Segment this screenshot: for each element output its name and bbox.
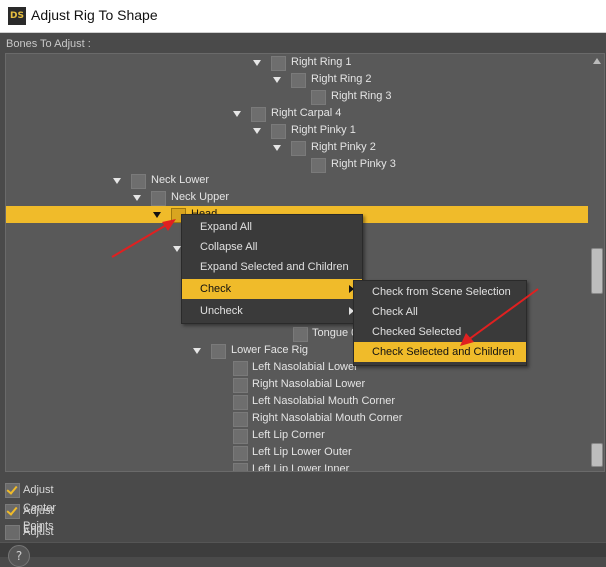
bone-checkbox[interactable] [251,107,266,122]
bone-checkbox[interactable] [233,446,248,461]
expand-arrow-icon[interactable] [233,111,241,117]
menu-item-uncheck[interactable]: Uncheck [182,301,362,321]
menu-item-collapse-all[interactable]: Collapse All [182,237,362,257]
bone-checkbox[interactable] [233,378,248,393]
bone-label: Lower Face Rig [231,344,309,356]
expand-arrow-icon[interactable] [193,348,201,354]
menu-item-check[interactable]: Check [182,279,362,299]
menu-item-label: Expand Selected and Children [200,261,349,273]
bone-label: Right Nasolabial Mouth Corner [252,412,403,424]
context-menu: Expand All Collapse All Expand Selected … [181,214,363,324]
app-logo-icon: DS [8,7,26,25]
expand-arrow-icon[interactable] [253,60,261,66]
bone-label: Right Pinky 3 [331,158,396,170]
bone-checkbox[interactable] [271,124,286,139]
menu-item-label: Check from Scene Selection [372,286,511,298]
menu-item-checked-selected[interactable]: Checked Selected [354,322,526,342]
window-title: Adjust Rig To Shape [31,7,158,23]
adjust-center-points-checkbox[interactable] [5,483,20,498]
bone-checkbox[interactable] [311,90,326,105]
bone-checkbox[interactable] [211,344,226,359]
bone-checkbox[interactable] [233,361,248,376]
expand-arrow-icon[interactable] [253,128,261,134]
bone-label: Left Lip Lower Outer [252,446,352,458]
bone-checkbox[interactable] [151,191,166,206]
bone-label: Left Lip Corner [252,429,325,441]
scroll-thumb[interactable] [591,248,603,294]
help-icon[interactable]: ? [8,545,30,567]
bone-label: Neck Lower [151,174,210,186]
expand-arrow-icon[interactable] [273,77,281,83]
title-bar: DS Adjust Rig To Shape [0,0,606,33]
menu-item-check-from-scene[interactable]: Check from Scene Selection [354,282,526,302]
expand-arrow-icon[interactable] [153,212,161,218]
bone-checkbox[interactable] [271,56,286,71]
scroll-up-icon[interactable] [593,58,601,64]
menu-item-label: Expand All [200,221,252,233]
tree-scrollbar[interactable] [590,54,604,471]
bone-checkbox[interactable] [131,174,146,189]
bone-checkbox[interactable] [233,395,248,410]
bone-label: Right Pinky 1 [291,124,356,136]
bone-checkbox[interactable] [233,429,248,444]
adjust-end-points-checkbox[interactable] [5,504,20,519]
menu-item-label: Check [200,283,232,295]
bone-label: Right Ring 3 [331,90,392,102]
bone-checkbox[interactable] [233,412,248,427]
bone-label: Right Nasolabial Lower [252,378,366,390]
expand-arrow-icon[interactable] [173,246,181,252]
bone-label: Tongue 0 [312,327,358,339]
bone-label: Left Lip Lower Inner [252,463,350,472]
bone-label: Right Ring 1 [291,56,352,68]
adjust-orientation-checkbox[interactable] [5,525,20,540]
bone-label: Right Pinky 2 [311,141,376,153]
menu-item-label: Uncheck [200,305,243,317]
bone-checkbox[interactable] [293,327,308,342]
expand-arrow-icon[interactable] [113,178,121,184]
bone-label: Left Nasolabial Lower [252,361,358,373]
menu-item-expand-selected-children[interactable]: Expand Selected and Children [182,257,362,277]
expand-arrow-icon[interactable] [133,195,141,201]
bone-checkbox[interactable] [311,158,326,173]
scroll-handle[interactable] [591,443,603,467]
check-submenu: Check from Scene Selection Check All Che… [353,280,527,366]
menu-item-check-selected-children[interactable]: Check Selected and Children [354,342,526,362]
bottom-bar: ? [0,542,606,567]
expand-arrow-icon[interactable] [273,145,281,151]
menu-item-label: Collapse All [200,241,258,253]
bone-label: Left Nasolabial Mouth Corner [252,395,396,407]
bone-label: Neck Upper [171,191,230,203]
menu-item-label: Check Selected and Children [372,346,515,358]
menu-item-check-all[interactable]: Check All [354,302,526,322]
menu-item-expand-all[interactable]: Expand All [182,217,362,237]
bone-checkbox[interactable] [291,141,306,156]
bone-checkbox[interactable] [233,463,248,471]
bone-label: Right Ring 2 [311,73,372,85]
menu-item-label: Checked Selected [372,326,462,338]
bone-checkbox[interactable] [291,73,306,88]
bone-label: Right Carpal 4 [271,107,342,119]
menu-item-label: Check All [372,306,418,318]
bones-section-label: Bones To Adjust : [6,38,91,50]
